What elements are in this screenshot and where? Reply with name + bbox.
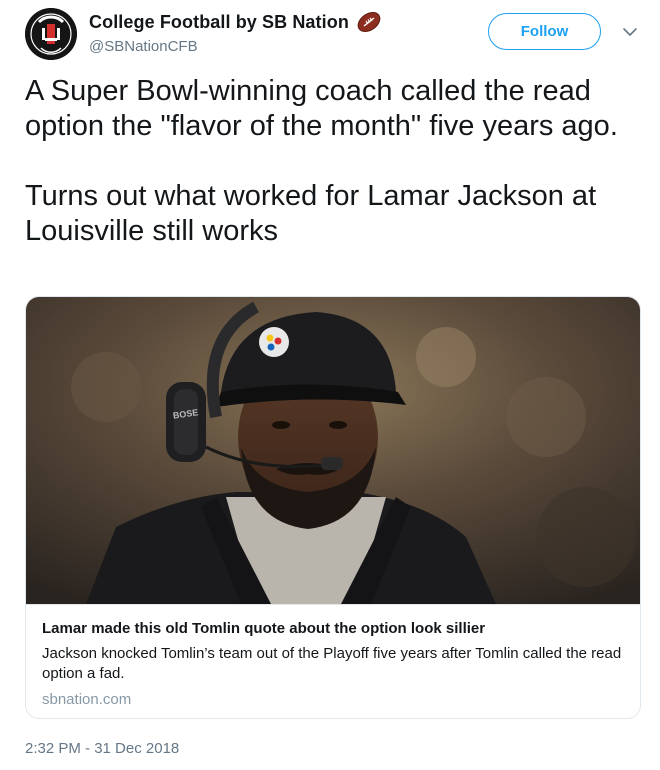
timestamp[interactable]: 2:32 PM - 31 Dec 2018 (25, 740, 179, 757)
follow-button[interactable]: Follow (488, 13, 601, 50)
handle[interactable]: @SBNationCFB (89, 38, 381, 55)
card-image: BOSE (26, 297, 640, 605)
tweet-text: A Super Bowl-winning coach called the re… (25, 74, 640, 249)
link-card[interactable]: BOSE Lamar made this old Tomlin quote ab… (25, 296, 641, 719)
display-name[interactable]: College Football by SB Nation (89, 12, 349, 33)
display-name-row: College Football by SB Nation (89, 9, 381, 35)
sbnation-logo-icon (25, 8, 77, 60)
user-block[interactable]: College Football by SB Nation @SBNationC… (89, 9, 381, 55)
card-title[interactable]: Lamar made this old Tomlin quote about t… (42, 619, 624, 639)
american-football-emoji-icon (357, 11, 381, 33)
chevron-down-icon[interactable] (622, 24, 638, 40)
tweet-paragraph: A Super Bowl-winning coach called the re… (25, 75, 618, 142)
tweet: College Football by SB Nation @SBNationC… (0, 0, 660, 770)
card-description: Jackson knocked Tomlin’s team out of the… (42, 645, 622, 682)
avatar[interactable] (25, 8, 77, 60)
card-body: Lamar made this old Tomlin quote about t… (26, 605, 640, 710)
tweet-paragraph: Turns out what worked for Lamar Jackson … (25, 180, 597, 247)
card-domain: sbnation.com (42, 691, 132, 708)
